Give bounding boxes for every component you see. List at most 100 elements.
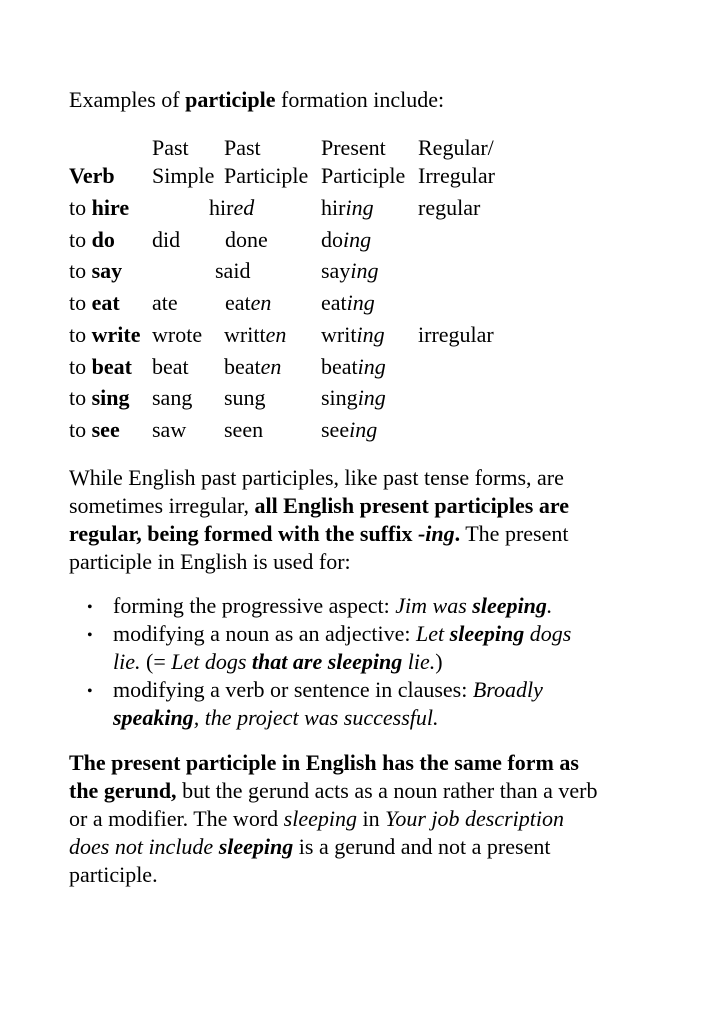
table-cell-past-participle: done xyxy=(225,226,268,254)
table-cell-present-participle: beating xyxy=(321,353,386,381)
paragraph2-line3: or a modifier. The word sleeping in Your… xyxy=(69,805,649,833)
intro-bold-term: participle xyxy=(185,87,276,112)
verb-to: to xyxy=(69,354,92,379)
table-cell-regularity: regular xyxy=(418,195,481,220)
paragraph2-line2: the gerund, but the gerund acts as a nou… xyxy=(69,777,649,805)
paragraph2-line1: The present participle in English has th… xyxy=(69,749,649,777)
example-italic: Jim was xyxy=(395,593,473,618)
verb-to: to xyxy=(69,227,92,252)
table-cell-past-shared: said xyxy=(215,257,250,285)
table-cell-past-participle: written xyxy=(224,321,286,349)
example-italic: Let xyxy=(416,621,450,646)
table-cell-past-participle: beaten xyxy=(224,353,281,381)
example-italic: lie. xyxy=(402,649,436,674)
stem: sung xyxy=(224,385,266,410)
stem: beat xyxy=(321,354,358,379)
example-italic: Broadly xyxy=(472,677,543,702)
suffix: ing xyxy=(350,258,379,283)
example-italic: Your job description xyxy=(385,806,564,831)
suffix: en xyxy=(260,354,282,379)
verb-base: see xyxy=(91,417,120,442)
verb-to: to xyxy=(69,322,92,347)
table-cell-present-participle: hiring xyxy=(321,194,374,222)
verb-to: to xyxy=(69,195,92,220)
suffix: ing xyxy=(343,227,372,252)
paragraph2-line4: does not include sleeping is a gerund an… xyxy=(69,833,649,861)
stem: do xyxy=(321,227,343,252)
table-cell-present-participle: singing xyxy=(321,384,386,412)
text-run: is a gerund and not a present xyxy=(293,834,551,859)
header-verb: Verb xyxy=(69,162,115,190)
text-run: modifying a noun as an adjective: xyxy=(113,621,417,646)
paragraph1-line4: participle in English is used for: xyxy=(69,549,351,574)
text-run: ) xyxy=(435,649,443,674)
table-cell-verb: to do xyxy=(69,226,115,254)
table-cell-verb: to eat xyxy=(69,289,120,317)
stem: said xyxy=(215,258,251,283)
table-cell-past-simple: saw xyxy=(152,417,187,442)
table-cell-past-simple: beat xyxy=(152,354,189,379)
table-cell-verb: to beat xyxy=(69,353,132,381)
paragraph-gerund: The present participle in English has th… xyxy=(69,749,649,889)
suffix: ed xyxy=(233,195,255,220)
table-cell-present-participle: seeing xyxy=(321,416,377,444)
bullet-icon: • xyxy=(87,627,93,644)
table-cell-past-participle: sung xyxy=(224,384,266,412)
text-run: (= xyxy=(140,649,172,674)
bold-run: the gerund, xyxy=(69,778,177,803)
stem: say xyxy=(321,258,351,283)
suffix-ing: -ing xyxy=(417,521,455,546)
example-italic: , the project was successful. xyxy=(193,705,439,730)
table-cell-verb: to see xyxy=(69,416,120,444)
stem: see xyxy=(321,417,350,442)
stem: sing xyxy=(321,385,358,410)
text-run: in xyxy=(356,806,386,831)
example-italic: dogs xyxy=(524,621,572,646)
table-cell-past-simple: ate xyxy=(152,290,178,315)
text-run: or a modifier. The word xyxy=(69,806,284,831)
paragraph1-line2: sometimes irregular, all English present… xyxy=(69,492,649,520)
suffix: ing xyxy=(345,195,374,220)
list-item: • modifying a noun as an adjective: Let … xyxy=(69,620,669,676)
stem: seen xyxy=(224,417,264,442)
verb-base: sing xyxy=(91,385,130,410)
stem: done xyxy=(225,227,268,252)
table-cell-past-participle: seen xyxy=(224,416,263,444)
suffix: ing xyxy=(346,290,375,315)
list-item: • modifying a verb or sentence in clause… xyxy=(69,676,669,732)
verb-base: beat xyxy=(91,354,132,379)
table-cell-regularity: irregular xyxy=(418,322,494,347)
table-cell-present-participle: writing xyxy=(321,321,385,349)
bullet-icon: • xyxy=(87,683,93,700)
example-italic: does not include xyxy=(69,834,219,859)
intro-suffix: formation include: xyxy=(275,87,445,112)
paragraph1-line3: regular, being formed with the suffix -i… xyxy=(69,520,649,548)
header-regularity-line2: Irregular xyxy=(418,163,495,188)
stem: hir xyxy=(209,195,234,220)
table-cell-past-simple: sang xyxy=(152,385,193,410)
header-past-participle-line1: Past xyxy=(224,135,261,160)
table-cell-past-participle: eaten xyxy=(225,289,271,317)
bold-run: all English present participles are xyxy=(254,493,569,518)
text-run: forming the progressive aspect: xyxy=(113,593,396,618)
paragraph2-line5: participle. xyxy=(69,862,158,887)
header-present-participle-line2: Participle xyxy=(321,163,406,188)
intro-sentence: Examples of participle formation include… xyxy=(69,86,444,114)
table-cell-verb: to write xyxy=(69,321,140,349)
list-item: • forming the progressive aspect: Jim wa… xyxy=(69,592,669,620)
table-cell-past-simple: did xyxy=(152,227,181,252)
paragraph1-line1: While English past participles, like pas… xyxy=(69,465,564,490)
verb-to: to xyxy=(69,258,92,283)
example-italic: Let dogs xyxy=(171,649,252,674)
verb-base: do xyxy=(91,227,115,252)
verb-base: write xyxy=(91,322,141,347)
paragraph-present-participle-regular: While English past participles, like pas… xyxy=(69,464,649,576)
text-run: modifying a verb or sentence in clauses: xyxy=(113,677,473,702)
suffix: ing xyxy=(357,354,386,379)
example-italic: sleeping xyxy=(283,806,357,831)
table-cell-verb: to hire xyxy=(69,194,129,222)
text-run: but the gerund acts as a noun rather tha… xyxy=(176,778,598,803)
table-cell-past-shared: hired xyxy=(209,194,254,222)
table-cell-present-participle: doing xyxy=(321,226,371,254)
text-run: sometimes irregular, xyxy=(69,493,255,518)
